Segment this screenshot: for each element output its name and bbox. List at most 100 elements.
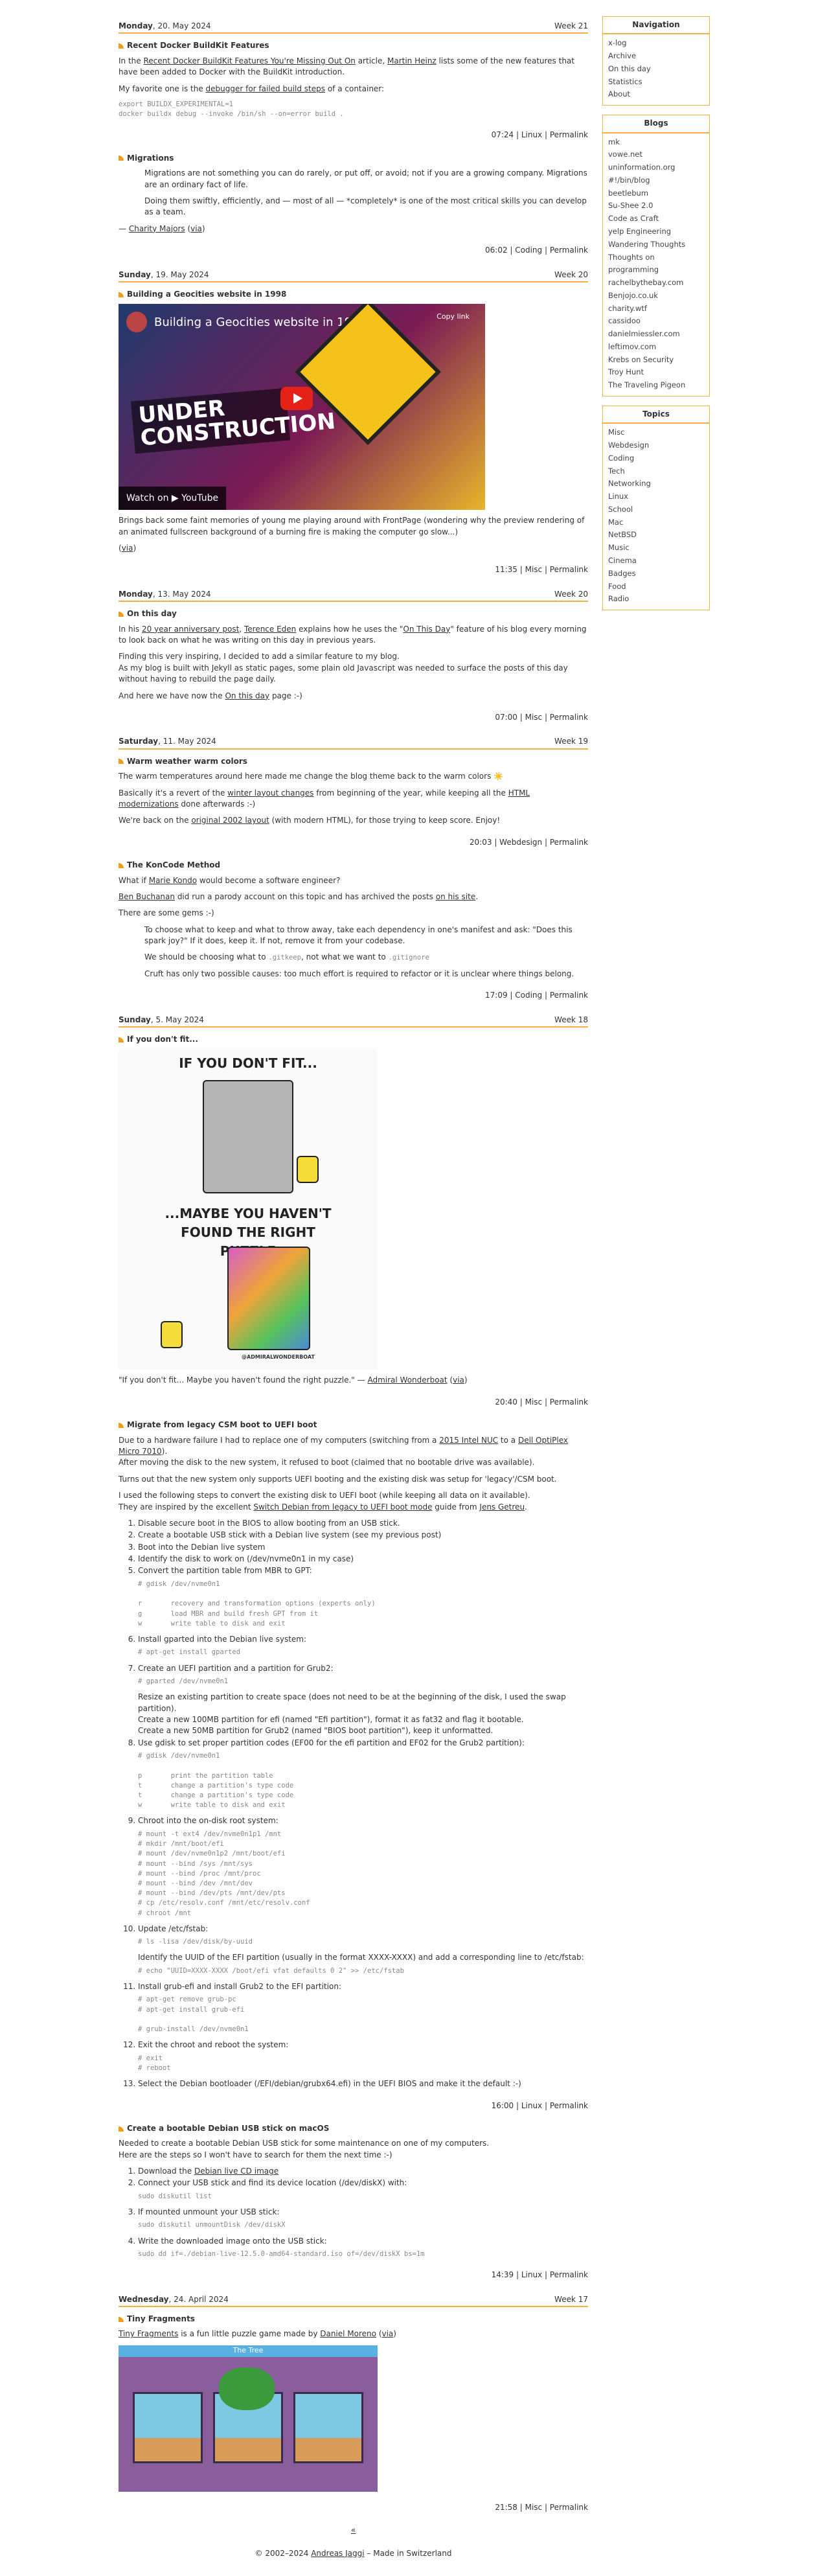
post-meta[interactable]: 06:02 | Coding | Permalink (119, 245, 588, 256)
topic-link[interactable]: Linux (608, 490, 704, 503)
author-link[interactable]: Marie Kondo (149, 876, 197, 885)
watch-on-youtube-button[interactable]: Watch on ▶ YouTube (119, 487, 227, 511)
topic-link[interactable]: Radio (608, 593, 704, 606)
topic-link[interactable]: Tech (608, 465, 704, 478)
video-thumbnail-text: UNDER CONSTRUCTION (130, 387, 336, 454)
via-link[interactable]: via (190, 224, 202, 233)
blog-link[interactable]: mk (608, 136, 704, 149)
topic-link[interactable]: Food (608, 581, 704, 593)
post-meta[interactable]: 14:39 | Linux | Permalink (119, 2270, 588, 2281)
blog-link[interactable]: Krebs on Security (608, 354, 704, 367)
post-meta[interactable]: 20:40 | Misc | Permalink (119, 1397, 588, 1408)
topic-link[interactable]: Networking (608, 477, 704, 490)
post-link[interactable]: Recent Docker BuildKit Features You're M… (143, 56, 355, 65)
on-this-day-link[interactable]: On this day (225, 691, 269, 700)
older-posts-link[interactable]: « (351, 2525, 356, 2535)
author-link[interactable]: Andreas Jaggi (311, 2549, 364, 2558)
post-meta[interactable]: 17:09 | Coding | Permalink (119, 990, 588, 1001)
post-meta[interactable]: 11:35 | Misc | Permalink (119, 564, 588, 575)
blog-link[interactable]: cassidoo (608, 315, 704, 328)
post-meta[interactable]: 07:24 | Linux | Permalink (119, 130, 588, 141)
blog-link[interactable]: leftimov.com (608, 341, 704, 354)
post-paragraph: Ben Buchanan did run a parody account on… (119, 891, 479, 901)
topic-link[interactable]: Misc (608, 426, 704, 439)
post-meta[interactable]: 16:00 | Linux | Permalink (119, 2100, 588, 2111)
post-title[interactable]: If you don't fit... (119, 1034, 588, 1045)
quote-paragraph: We should be choosing what to .gitkeep, … (144, 952, 429, 962)
nav-item[interactable]: On this day (608, 63, 704, 76)
author-link[interactable]: Charity Majors (129, 224, 185, 233)
code-block: # gdisk /dev/nvme0n1 p print the partiti… (138, 1752, 294, 1810)
copy-link-button[interactable]: Copy link (437, 312, 470, 322)
post-title[interactable]: Warm weather warm colors (119, 756, 588, 767)
blog-link[interactable]: rachelbythebay.com (608, 277, 704, 290)
via-paragraph: (via) (119, 544, 137, 553)
post-meta[interactable]: 21:58 | Misc | Permalink (119, 2502, 588, 2513)
topic-link[interactable]: Cinema (608, 555, 704, 568)
post-title[interactable]: Building a Geocities website in 1998 (119, 289, 588, 300)
post-link[interactable]: on his site (436, 892, 475, 901)
step-item: Exit the chroot and reboot the system:# … (138, 2040, 588, 2073)
author-link[interactable]: Jens Getreu (479, 1502, 525, 1512)
topic-link[interactable]: Mac (608, 516, 704, 529)
topic-link[interactable]: Music (608, 542, 704, 555)
post-title[interactable]: Create a bootable Debian USB stick on ma… (119, 2123, 588, 2134)
nav-item[interactable]: x-log (608, 37, 704, 50)
topic-link[interactable]: Coding (608, 452, 704, 465)
blog-link[interactable]: #!/bin/blog (608, 174, 704, 187)
post-title[interactable]: On this day (119, 608, 588, 619)
post-link[interactable]: debugger for failed build steps (206, 84, 326, 93)
play-button[interactable] (280, 387, 313, 411)
topic-link[interactable]: Webdesign (608, 439, 704, 452)
post-link[interactable]: original 2002 layout (191, 816, 269, 825)
blog-link[interactable]: Benjojo.co.uk (608, 290, 704, 303)
nav-item[interactable]: Archive (608, 50, 704, 63)
post-link[interactable]: 20 year anniversary post (142, 625, 239, 634)
post-title[interactable]: The KonCode Method (119, 860, 588, 871)
blog-link[interactable]: Thoughts on programming (608, 251, 704, 277)
blog-link[interactable]: Code as Craft (608, 213, 704, 225)
blog-link[interactable]: uninformation.org (608, 161, 704, 174)
via-link[interactable]: via (453, 1375, 464, 1385)
blog-link[interactable]: vowe.net (608, 148, 704, 161)
blog-link[interactable]: danielmiessler.com (608, 328, 704, 341)
nav-item[interactable]: About (608, 88, 704, 101)
post-paragraph: And here we have now the On this day pag… (119, 691, 302, 700)
day-name: Sunday (119, 270, 151, 279)
post-meta[interactable]: 20:03 | Webdesign | Permalink (119, 837, 588, 848)
author-link[interactable]: Martin Heinz (387, 56, 437, 65)
post-title[interactable]: Migrate from legacy CSM boot to UEFI boo… (119, 1420, 588, 1431)
blog-link[interactable]: The Traveling Pigeon (608, 379, 704, 392)
game-link[interactable]: Tiny Fragments (119, 2329, 178, 2338)
topic-link[interactable]: School (608, 503, 704, 516)
blog-link[interactable]: Wandering Thoughts (608, 238, 704, 251)
post-title[interactable]: Recent Docker BuildKit Features (119, 40, 588, 51)
author-link[interactable]: Terence Eden (244, 625, 296, 634)
post-title[interactable]: Tiny Fragments (119, 2314, 588, 2325)
post-link[interactable]: On This Day (403, 625, 450, 634)
author-link[interactable]: Ben Buchanan (119, 892, 175, 901)
post-meta[interactable]: 07:00 | Misc | Permalink (119, 712, 588, 723)
product-link[interactable]: 2015 Intel NUC (439, 1436, 498, 1445)
puzzle-piece (227, 1247, 310, 1351)
day-name: Sunday (119, 1015, 151, 1024)
blog-link[interactable]: beetlebum (608, 187, 704, 200)
post-title[interactable]: Migrations (119, 153, 588, 164)
topic-link[interactable]: Badges (608, 568, 704, 581)
author-link[interactable]: Daniel Moreno (320, 2329, 376, 2338)
via-link[interactable]: via (382, 2329, 394, 2338)
blog-link[interactable]: yelp Engineering (608, 225, 704, 238)
blog-link[interactable]: Troy Hunt (608, 366, 704, 379)
steps-list: Download the Debian live CD image Connec… (119, 2166, 588, 2259)
youtube-embed[interactable]: Building a Geocities website in 1998 Cop… (119, 304, 485, 511)
post-link[interactable]: winter layout changes (227, 788, 313, 798)
nav-item[interactable]: Statistics (608, 76, 704, 89)
blog-link[interactable]: charity.wtf (608, 303, 704, 316)
via-link[interactable]: via (122, 544, 133, 553)
post-paragraph: Turns out that the new system only suppo… (119, 1474, 557, 1484)
guide-link[interactable]: Switch Debian from legacy to UEFI boot m… (253, 1502, 432, 1512)
author-link[interactable]: Admiral Wonderboat (367, 1375, 447, 1385)
blog-link[interactable]: Su-Shee 2.0 (608, 200, 704, 213)
topic-link[interactable]: NetBSD (608, 529, 704, 542)
download-link[interactable]: Debian live CD image (194, 2167, 278, 2176)
